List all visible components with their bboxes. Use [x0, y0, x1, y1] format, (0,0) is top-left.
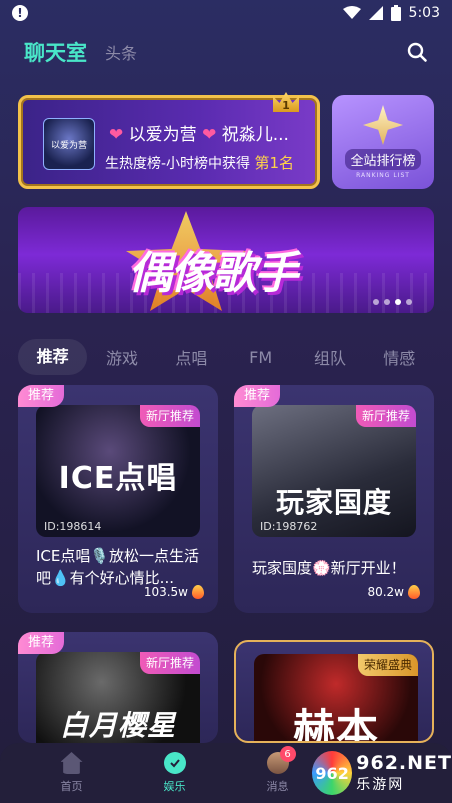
- nav-messages-label: 消息: [266, 780, 289, 793]
- banner-title: 偶像歌手: [128, 248, 298, 299]
- watermark-text: 962.NET 乐游网: [356, 752, 452, 794]
- room-description: 玩家国度💮新厅开业！: [252, 559, 406, 577]
- new-room-badge: 新厅推荐: [139, 405, 200, 427]
- home-icon: [60, 752, 83, 774]
- room-heat: 103.5w: [144, 585, 204, 599]
- search-icon[interactable]: [406, 41, 428, 63]
- hourly-rank-card[interactable]: 1 以爱为营 ❤ 以爱为营 ❤ 祝淼儿... 生热度榜-小时榜中获得 第1名: [18, 92, 320, 189]
- new-room-badge: 新厅推荐: [355, 405, 416, 427]
- room-card[interactable]: 荣耀盛典 赫本: [234, 640, 434, 743]
- nav-entertainment[interactable]: 娱乐: [145, 752, 205, 794]
- room-id: ID:198614: [44, 520, 102, 533]
- heat-value: 80.2w: [367, 585, 404, 599]
- recommend-tag: 推荐: [18, 632, 65, 654]
- promo-banner[interactable]: 偶像歌手: [18, 207, 434, 313]
- cover-title: 玩家国度: [275, 486, 392, 519]
- nav-home-label: 首页: [60, 780, 83, 793]
- nav-messages[interactable]: 6 消息: [248, 746, 308, 794]
- room-description: ICE点唱🎙️放松一点生活吧💧有个好心情比...: [36, 547, 200, 587]
- notification-icon: !: [12, 5, 28, 21]
- crown-icon: 1: [273, 92, 299, 112]
- cover-title: 赫本: [292, 705, 379, 743]
- check-icon: [169, 759, 180, 768]
- all-rank-sub: RANKING LIST: [356, 172, 410, 179]
- battery-icon: [390, 5, 401, 21]
- tab-headlines[interactable]: 头条: [105, 40, 137, 64]
- tab-chatroom[interactable]: 聊天室: [24, 37, 87, 67]
- watermark-bottom: 乐游网: [356, 777, 405, 793]
- honor-badge: 荣耀盛典: [357, 654, 418, 676]
- status-bar: ! 5:03: [0, 0, 452, 26]
- crown-rank: 1: [282, 99, 290, 112]
- rank-desc-prefix: 生热度榜-小时榜中获得: [105, 156, 255, 172]
- top-nav: 聊天室 头条: [0, 34, 452, 70]
- carousel-dot-active[interactable]: [395, 299, 401, 305]
- recommend-tag: 推荐: [18, 385, 65, 407]
- heart-icon: ❤: [202, 125, 217, 145]
- fire-icon: [192, 585, 204, 599]
- tab-emotion[interactable]: 情感: [365, 345, 434, 369]
- tab-team[interactable]: 组队: [295, 345, 364, 369]
- all-rank-label: 全站排行榜: [345, 149, 421, 170]
- heat-value: 103.5w: [143, 585, 188, 599]
- room-thumbnail: 以爱为营: [43, 118, 95, 170]
- cover-title: ICE点唱: [58, 461, 178, 496]
- watermark-logo-icon: 962: [312, 751, 353, 795]
- carousel-indicator: [373, 299, 412, 305]
- rank-position: 第1名: [254, 154, 295, 172]
- room-card[interactable]: 推荐 新厅推荐 ICE点唱 ID:198614 ICE点唱🎙️放松一点生活吧💧有…: [18, 385, 218, 613]
- rank-name-part1: 以爱为营: [123, 125, 203, 145]
- rank-description: 生热度榜-小时榜中获得 第1名: [105, 152, 294, 173]
- room-cover: 新厅推荐 玩家国度 ID:198762: [252, 405, 416, 537]
- nav-home[interactable]: 首页: [42, 752, 102, 794]
- message-count-badge: 6: [279, 746, 296, 762]
- cover-title: 白月樱星: [59, 709, 176, 742]
- status-right: 5:03: [342, 5, 440, 21]
- rank-name-part2: 祝淼儿...: [216, 125, 289, 145]
- room-card[interactable]: 推荐 新厅推荐 玩家国度 ID:198762 玩家国度💮新厅开业！ 80.2w: [234, 385, 434, 613]
- heart-icon: ❤: [109, 125, 124, 145]
- rank-room-name: ❤ 以爱为营 ❤ 祝淼儿...: [109, 120, 289, 145]
- nav-entertainment-label: 娱乐: [163, 780, 186, 793]
- recommend-tag: 推荐: [234, 385, 281, 407]
- room-heat: 80.2w: [367, 585, 420, 599]
- signal-icon: [368, 6, 383, 20]
- status-left: !: [12, 5, 28, 21]
- carousel-dot[interactable]: [373, 299, 379, 305]
- carousel-dot[interactable]: [406, 299, 412, 305]
- room-cover: 新厅推荐 白月樱星: [36, 652, 200, 743]
- thumb-text: 以爱为营: [50, 140, 87, 151]
- watermark-top: 962.NET: [356, 752, 452, 774]
- category-tabs: 推荐 游戏 点唱 FM 组队 情感: [18, 339, 434, 375]
- status-time: 5:03: [408, 5, 440, 21]
- room-cover: 新厅推荐 ICE点唱 ID:198614: [36, 405, 200, 537]
- watermark-logo: 962 962.NET 乐游网: [312, 746, 452, 800]
- entertainment-icon: [163, 752, 186, 774]
- tab-recommend[interactable]: 推荐: [18, 339, 88, 375]
- new-room-badge: 新厅推荐: [139, 652, 200, 674]
- wifi-icon: [342, 6, 361, 19]
- tab-games[interactable]: 游戏: [87, 345, 156, 369]
- room-id: ID:198762: [260, 520, 318, 533]
- tab-song-request[interactable]: 点唱: [157, 345, 226, 369]
- room-card[interactable]: 推荐 新厅推荐 白月樱星: [18, 632, 218, 743]
- star-icon: [363, 105, 403, 145]
- tab-fm[interactable]: FM: [226, 348, 295, 367]
- room-cover: 荣耀盛典 赫本: [254, 654, 418, 743]
- fire-icon: [408, 585, 420, 599]
- all-site-ranking-button[interactable]: 全站排行榜 RANKING LIST: [332, 95, 434, 189]
- carousel-dot[interactable]: [384, 299, 390, 305]
